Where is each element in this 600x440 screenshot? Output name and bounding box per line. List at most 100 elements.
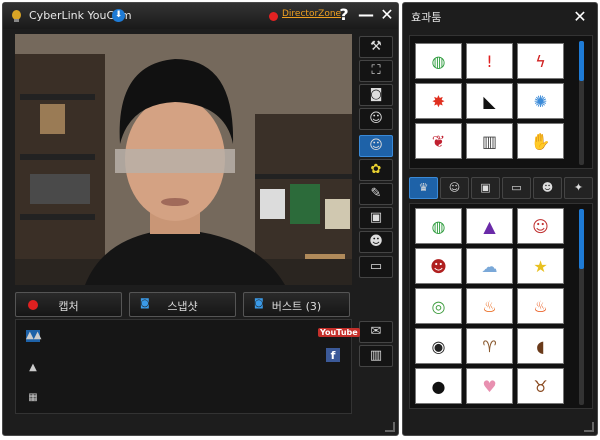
gas-mask-icon: ◉ — [431, 336, 446, 356]
confetti-icon: ✺ — [533, 91, 548, 111]
minimize-button[interactable]: — — [357, 5, 375, 25]
effects-title: 효과툼 — [411, 11, 442, 24]
effect-lips-pattern-thumb[interactable]: ❦ — [415, 123, 462, 159]
thumbs-up-icon: ✋ — [530, 131, 551, 151]
burst-button[interactable]: ◙ 버스트 (3) — [243, 292, 350, 317]
close-button[interactable]: ✕ — [378, 5, 396, 25]
eraser-button[interactable]: ▭ — [359, 256, 393, 278]
face-icon: ☻ — [541, 181, 554, 194]
fullscreen-icon: ⛶ — [371, 63, 381, 78]
resize-grip[interactable] — [385, 422, 395, 432]
effect-witch-hat-thumb[interactable]: ▲ — [466, 208, 513, 244]
envelope-icon: ✉ — [370, 324, 382, 339]
brush-button[interactable]: ✎ — [359, 183, 393, 205]
effects-tabs: ♛ ☺ ▣ ▭ ☻ ✦ — [409, 177, 593, 199]
flames-icon: ♨ — [482, 296, 497, 316]
effect-gas-mask-thumb[interactable]: ◉ — [415, 328, 462, 364]
fullscreen-button[interactable]: ⛶ — [359, 60, 393, 82]
effects-close-button[interactable]: ✕ — [571, 7, 589, 27]
avatar-plus-icon: ☺ — [369, 111, 383, 126]
media-gallery: ▲▲ ▲ ▦ YouTube f — [15, 319, 360, 414]
flames-2-icon: ♨ — [533, 296, 548, 316]
help-button[interactable]: ? — [335, 5, 353, 25]
effect-confetti-thumb[interactable]: ✺ — [517, 83, 564, 119]
effect-zigzag-lightning-thumb[interactable]: ϟ — [517, 43, 564, 79]
witch-hat-icon: ▲ — [483, 216, 496, 236]
snapshot-button[interactable]: ◙ 스냅샷 — [129, 292, 236, 317]
effect-panda-thumb[interactable]: ● — [415, 368, 462, 404]
effect-cloud-thumb[interactable]: ☁ — [466, 248, 513, 284]
view-all-icon[interactable]: ▲▲ — [26, 330, 41, 342]
globe-arrow-icon: ◍ — [431, 51, 446, 71]
effect-stars-thumb[interactable]: ★ — [517, 248, 564, 284]
tab-sparkle[interactable]: ✦ — [564, 177, 593, 199]
tab-avatar[interactable]: ☺ — [440, 177, 469, 199]
trash-icon: ▥ — [369, 348, 383, 363]
zigzag-lightning-icon: ϟ — [535, 51, 546, 71]
download-icon[interactable]: ⬇ — [112, 9, 125, 22]
tab-frame[interactable]: ▣ — [471, 177, 500, 199]
effects-bottom-grid: ◍ ▲ ☺ ☻ ☁ ★ ◎ ♨ ♨ ◉ ♈ ◖ ● ♥ ♉ — [415, 208, 564, 404]
capture-button[interactable]: 캡처 — [15, 292, 122, 317]
frame-plus-icon: ▣ — [369, 210, 383, 225]
photo-filter-icon[interactable]: ▲ — [26, 362, 40, 374]
avatar-add-button[interactable]: ☺ — [359, 108, 393, 130]
top-scrollbar[interactable] — [579, 41, 584, 165]
effect-globe-arrow-thumb[interactable]: ◍ — [415, 43, 462, 79]
youtube-button[interactable]: YouTube — [318, 328, 360, 337]
avatar-icon: ☺ — [448, 181, 461, 194]
director-zone-icon — [269, 12, 278, 21]
director-zone-link[interactable]: DirectorZone — [282, 9, 341, 19]
bottom-scrollbar[interactable] — [579, 209, 584, 405]
flower-icon: ✿ — [370, 162, 382, 177]
rabbit-icon: ♥ — [482, 376, 497, 396]
video-filter-icon[interactable]: ▦ — [26, 392, 40, 404]
screen-icon: ▭ — [511, 181, 522, 194]
surveillance-button[interactable]: ◙ — [359, 84, 393, 106]
effect-goggles-crocodile-thumb[interactable]: ◎ — [415, 288, 462, 324]
capture-label: 캡처 — [58, 300, 79, 313]
pencil-icon: ✎ — [370, 186, 382, 201]
effects-button[interactable]: ☺ — [359, 135, 393, 157]
effect-cartoon-face-thumb[interactable]: ☺ — [517, 208, 564, 244]
effect-bam-comic-thumb[interactable]: ✸ — [415, 83, 462, 119]
settings-button[interactable]: ⚒ — [359, 36, 393, 58]
particle-button[interactable]: ✿ — [359, 159, 393, 181]
frame-button[interactable]: ▣ — [359, 207, 393, 229]
effect-flames-2-thumb[interactable]: ♨ — [517, 288, 564, 324]
reindeer-icon: ♉ — [533, 376, 548, 396]
lips-pattern-icon: ❦ — [431, 131, 446, 151]
cartoon-face-icon: ☺ — [532, 216, 549, 236]
effect-rabbit-thumb[interactable]: ♥ — [466, 368, 513, 404]
title-bar: CyberLink YouCam ⬇ DirectorZone ? — ✕ — [3, 3, 398, 29]
exclamation-burst-icon: ! — [486, 51, 493, 71]
burst-label: 버스트 (3) — [271, 300, 322, 313]
effect-reindeer-thumb[interactable]: ♉ — [517, 368, 564, 404]
effect-dog-ears-thumb[interactable]: ◖ — [517, 328, 564, 364]
tab-face[interactable]: ☻ — [533, 177, 562, 199]
effect-crow-thumb[interactable]: ◣ — [466, 83, 513, 119]
effect-flames-thumb[interactable]: ♨ — [466, 288, 513, 324]
effect-exclamation-burst-thumb[interactable]: ! — [466, 43, 513, 79]
tab-screen[interactable]: ▭ — [502, 177, 531, 199]
delete-button[interactable]: ▥ — [359, 345, 393, 367]
wrench-icon: ⚒ — [370, 39, 382, 54]
bam-comic-icon: ✸ — [431, 91, 446, 111]
effects-resize-grip[interactable] — [584, 422, 594, 432]
dog-ears-icon: ◖ — [536, 336, 545, 356]
effect-thumbs-up-thumb[interactable]: ✋ — [517, 123, 564, 159]
effect-static-lines-thumb[interactable]: ▥ — [466, 123, 513, 159]
youcam-logo-icon — [12, 10, 21, 22]
face-add-button[interactable]: ☻ — [359, 231, 393, 253]
effect-deer-ears-thumb[interactable]: ♈ — [466, 328, 513, 364]
effect-globe-arrow-thumb[interactable]: ◍ — [415, 208, 462, 244]
email-button[interactable]: ✉ — [359, 321, 393, 343]
effects-top-grid: ◍! ϟ ✸ ◣ ✺ ❦ ▥ ✋ — [415, 43, 564, 159]
tab-hat[interactable]: ♛ — [409, 177, 438, 199]
opera-mask-icon: ☻ — [430, 256, 447, 276]
effect-opera-mask-thumb[interactable]: ☻ — [415, 248, 462, 284]
facebook-button[interactable]: f — [326, 348, 340, 362]
camera-cctv-icon: ◙ — [369, 87, 383, 102]
face-plus-icon: ☻ — [369, 234, 383, 249]
hat-icon: ♛ — [418, 181, 429, 194]
